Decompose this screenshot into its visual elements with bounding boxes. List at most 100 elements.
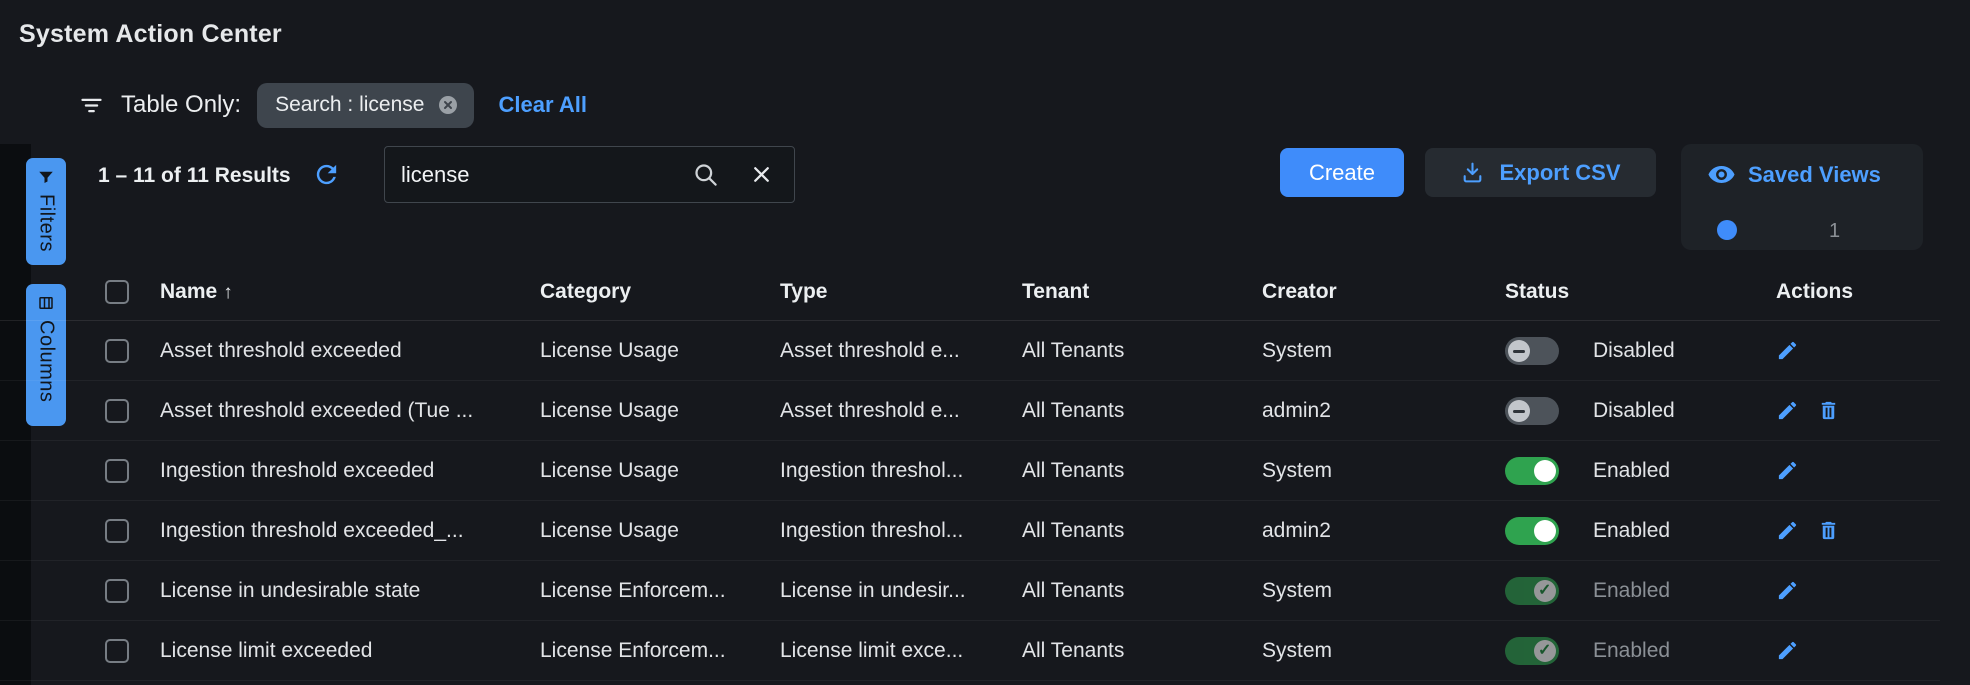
column-header-tenant[interactable]: Tenant [1022, 280, 1262, 304]
search-filter-chip[interactable]: Search : license [257, 83, 474, 128]
row-category: License Enforcem... [540, 579, 780, 603]
row-type: Asset threshold e... [780, 399, 1022, 423]
status-label: Enabled [1593, 639, 1670, 663]
row-name: Ingestion threshold exceeded [160, 459, 540, 483]
row-name: Asset threshold exceeded (Tue ... [160, 399, 540, 423]
row-checkbox[interactable] [105, 519, 129, 543]
status-toggle[interactable] [1505, 637, 1559, 665]
row-checkbox[interactable] [105, 459, 129, 483]
table-row: License in undesirable state License Enf… [0, 561, 1940, 621]
column-header-name[interactable]: Name ↑ [160, 280, 540, 304]
status-label: Disabled [1593, 339, 1675, 363]
chip-label: Search : license [275, 93, 424, 117]
table-row: Ingestion threshold exceeded License Usa… [0, 441, 1940, 501]
row-creator: System [1262, 579, 1505, 603]
row-name: License limit exceeded [160, 639, 540, 663]
edit-icon[interactable] [1776, 459, 1799, 482]
status-label: Enabled [1593, 579, 1670, 603]
filters-tab-label: Filters [35, 194, 58, 252]
row-creator: admin2 [1262, 399, 1505, 423]
saved-views-panel[interactable]: Saved Views 1 [1681, 144, 1923, 250]
edit-icon[interactable] [1776, 339, 1799, 362]
row-tenant: All Tenants [1022, 639, 1262, 663]
create-button[interactable]: Create [1280, 148, 1404, 197]
row-type: License limit exce... [780, 639, 1022, 663]
row-tenant: All Tenants [1022, 579, 1262, 603]
status-label: Enabled [1593, 459, 1670, 483]
search-box [384, 146, 795, 203]
row-type: Asset threshold e... [780, 339, 1022, 363]
saved-views-button[interactable]: Saved Views [1681, 144, 1923, 189]
edit-icon[interactable] [1776, 639, 1799, 662]
row-checkbox[interactable] [105, 339, 129, 363]
row-type: Ingestion threshol... [780, 519, 1022, 543]
table-row: Asset threshold exceeded (Tue ... Licens… [0, 381, 1940, 441]
edit-icon[interactable] [1776, 399, 1799, 422]
column-header-type[interactable]: Type [780, 280, 1022, 304]
row-creator: admin2 [1262, 519, 1505, 543]
row-tenant: All Tenants [1022, 459, 1262, 483]
delete-icon[interactable] [1817, 519, 1840, 542]
row-category: License Usage [540, 399, 780, 423]
column-header-category[interactable]: Category [540, 280, 780, 304]
filters-tab[interactable]: Filters [26, 158, 66, 265]
row-tenant: All Tenants [1022, 339, 1262, 363]
status-label: Enabled [1593, 519, 1670, 543]
table-header: Name ↑ Category Type Tenant Creator Statu… [0, 263, 1940, 321]
table-row: License limit exceeded License Enforcem.… [0, 621, 1940, 681]
funnel-icon [37, 168, 55, 186]
filter-bar: Table Only: Search : license Clear All [78, 82, 587, 128]
saved-views-indicator-dot [1717, 220, 1737, 240]
row-type: Ingestion threshol... [780, 459, 1022, 483]
status-toggle[interactable] [1505, 457, 1559, 485]
chip-remove-icon[interactable] [436, 93, 460, 117]
table-body: Asset threshold exceeded License Usage A… [0, 321, 1940, 681]
filter-lines-icon [78, 92, 105, 119]
select-all-checkbox[interactable] [105, 280, 129, 304]
saved-views-count: 1 [1829, 220, 1840, 243]
refresh-icon[interactable] [312, 160, 342, 190]
row-tenant: All Tenants [1022, 399, 1262, 423]
table-row: Ingestion threshold exceeded_... License… [0, 501, 1940, 561]
export-csv-button[interactable]: Export CSV [1425, 148, 1656, 197]
status-toggle[interactable] [1505, 517, 1559, 545]
row-checkbox[interactable] [105, 579, 129, 603]
row-type: License in undesir... [780, 579, 1022, 603]
clear-all-link[interactable]: Clear All [498, 92, 586, 118]
row-tenant: All Tenants [1022, 519, 1262, 543]
page-title: System Action Center [19, 20, 282, 49]
status-label: Disabled [1593, 399, 1675, 423]
sort-ascending-icon: ↑ [223, 282, 233, 303]
search-clear-icon[interactable] [749, 162, 774, 187]
filter-scope-label: Table Only: [121, 91, 241, 119]
eye-icon [1707, 160, 1736, 189]
column-header-name-label: Name [160, 280, 217, 303]
saved-views-label: Saved Views [1748, 162, 1881, 188]
column-header-status[interactable]: Status [1505, 280, 1776, 304]
search-input[interactable] [401, 162, 692, 188]
export-csv-label: Export CSV [1499, 160, 1620, 186]
status-toggle[interactable] [1505, 577, 1559, 605]
edit-icon[interactable] [1776, 579, 1799, 602]
row-name: Asset threshold exceeded [160, 339, 540, 363]
column-header-actions: Actions [1776, 280, 1940, 304]
row-name: Ingestion threshold exceeded_... [160, 519, 540, 543]
status-toggle[interactable] [1505, 397, 1559, 425]
row-name: License in undesirable state [160, 579, 540, 603]
download-icon [1460, 160, 1485, 185]
column-header-creator[interactable]: Creator [1262, 280, 1505, 304]
search-icon[interactable] [692, 161, 719, 188]
results-summary: 1 – 11 of 11 Results [98, 164, 291, 188]
row-checkbox[interactable] [105, 399, 129, 423]
row-checkbox[interactable] [105, 639, 129, 663]
table-row: Asset threshold exceeded License Usage A… [0, 321, 1940, 381]
row-creator: System [1262, 459, 1505, 483]
delete-icon[interactable] [1817, 399, 1840, 422]
row-category: License Usage [540, 459, 780, 483]
status-toggle[interactable] [1505, 337, 1559, 365]
row-creator: System [1262, 339, 1505, 363]
row-category: License Usage [540, 339, 780, 363]
row-category: License Usage [540, 519, 780, 543]
row-category: License Enforcem... [540, 639, 780, 663]
edit-icon[interactable] [1776, 519, 1799, 542]
